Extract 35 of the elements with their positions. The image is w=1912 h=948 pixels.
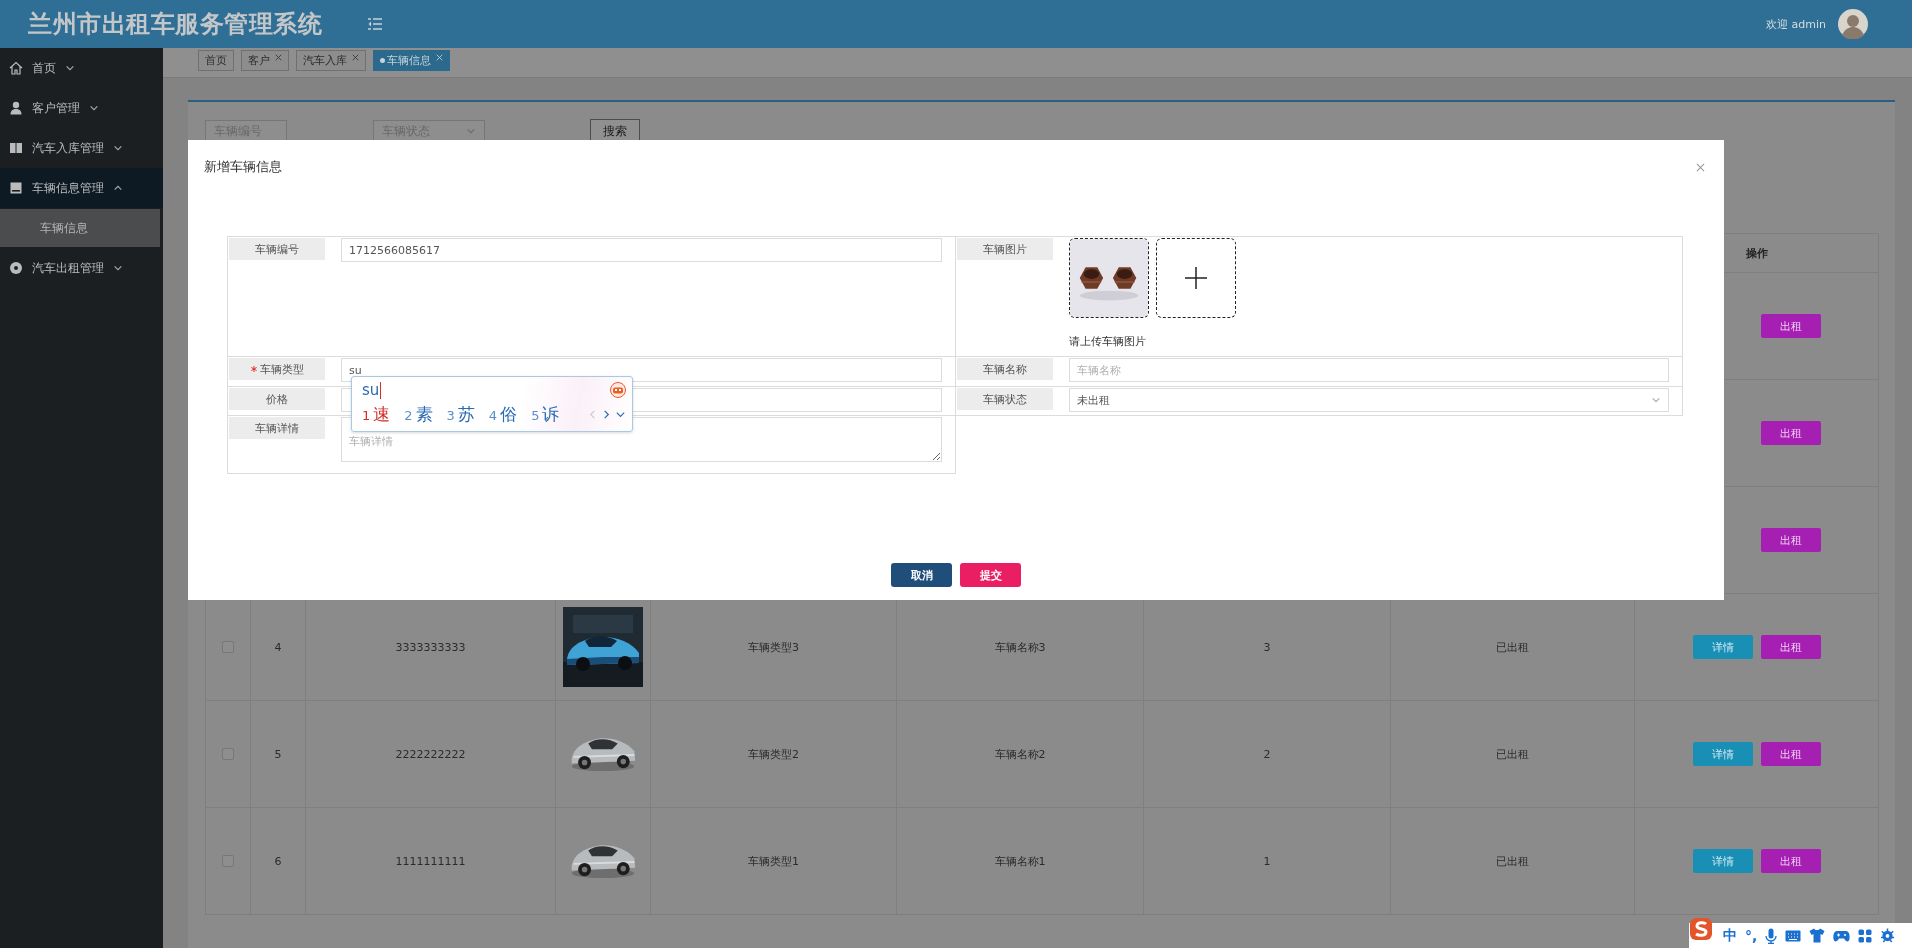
table-cell: 已出租 [1496, 853, 1529, 869]
table-cell: 3 [1263, 640, 1271, 654]
field-label: 车辆类型 [259, 361, 304, 377]
field-label: 车辆名称 [982, 361, 1027, 377]
table-cell: 3333333333 [395, 640, 466, 654]
app-title: 兰州市出租车服务管理系统 [28, 9, 322, 40]
field-label: 车辆图片 [982, 241, 1027, 257]
table-cell: 2 [1263, 747, 1271, 761]
table-cell: 已出租 [1496, 639, 1529, 655]
field-label: 车辆编号 [255, 241, 299, 257]
table-cell: 车辆类型2 [748, 746, 799, 762]
nav-label: 首页 [32, 59, 56, 77]
table-cell: 6 [274, 854, 282, 868]
table-cell: 车辆名称2 [994, 746, 1046, 762]
table-cell: 2222222222 [395, 747, 466, 761]
table-cell: 已出租 [1496, 746, 1529, 762]
nav-label: 客户管理 [32, 99, 80, 117]
field-label: 价格 [266, 391, 288, 407]
nav-label: 汽车出租管理 [32, 259, 104, 277]
table-cell: 车辆名称3 [994, 639, 1046, 655]
nav-label: 车辆信息管理 [32, 179, 104, 197]
nav-label: 汽车入库管理 [32, 139, 104, 157]
composition-text: su [362, 381, 382, 399]
table-cell: 1111111111 [395, 854, 466, 868]
table-cell: 4 [274, 640, 282, 654]
table-cell: 5 [274, 747, 282, 761]
field-label: 车辆详情 [255, 420, 299, 436]
table-cell: 车辆名称1 [994, 853, 1046, 869]
dialog-title: 新增车辆信息 [204, 158, 282, 176]
welcome-text: 欢迎 admin [1766, 16, 1826, 32]
table-cell: 车辆类型1 [748, 853, 799, 869]
hint-text: 请上传车辆图片 [1068, 334, 1147, 349]
field-label: 车辆状态 [982, 391, 1027, 407]
table-cell: 1 [1263, 854, 1271, 868]
table-cell: 车辆类型3 [748, 639, 799, 655]
